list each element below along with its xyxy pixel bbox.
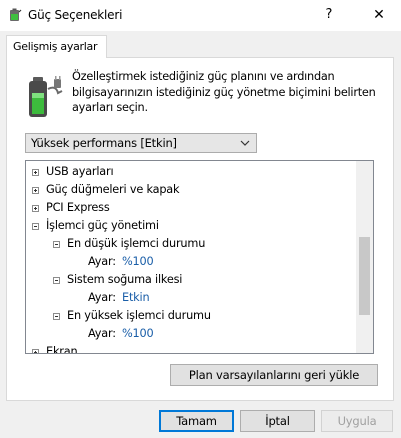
setting-label: Ayar:: [88, 255, 116, 268]
expand-icon[interactable]: [32, 169, 39, 176]
battery-plug-icon: [10, 8, 22, 21]
description-line: bilgisayarınızın istediğiniz güç yönetme…: [72, 85, 376, 99]
apply-button[interactable]: Uygula: [321, 410, 393, 432]
expand-icon[interactable]: [32, 187, 39, 194]
restore-defaults-button[interactable]: Plan varsayılanlarını geri yükle: [170, 364, 378, 386]
tree-item-label: PCI Express: [46, 201, 110, 214]
settings-tree[interactable]: USB ayarları Güç düğmeleri ve kapak PCI …: [25, 160, 374, 354]
expand-icon[interactable]: [32, 349, 39, 353]
collapse-icon[interactable]: [53, 277, 60, 284]
scrollbar-thumb[interactable]: [359, 237, 370, 315]
setting-value[interactable]: Etkin: [122, 291, 150, 304]
tab-label: Gelişmiş ayarlar: [13, 40, 98, 53]
cancel-button[interactable]: İptal: [240, 410, 315, 432]
setting-label: Ayar:: [88, 327, 116, 340]
description-line: ayarları seçin.: [72, 101, 148, 114]
tree-item-label: Ekran: [46, 345, 78, 354]
window-title: Güç Seçenekleri: [28, 8, 123, 22]
chevron-down-icon: [240, 140, 250, 146]
tree-item-label: En düşük işlemci durumu: [67, 237, 206, 250]
tree-item-label: En yüksek işlemci durumu: [67, 309, 211, 322]
battery-icon: [29, 76, 63, 117]
tab-advanced-settings[interactable]: Gelişmiş ayarlar: [6, 35, 107, 58]
setting-label: Ayar:: [88, 291, 116, 304]
ok-button[interactable]: Tamam: [159, 410, 234, 432]
setting-value[interactable]: %100: [122, 327, 154, 340]
tree-item-label: Sistem soğuma ilkesi: [67, 273, 183, 286]
setting-value[interactable]: %100: [122, 255, 154, 268]
power-plan-select[interactable]: Yüksek performans [Etkin]: [25, 133, 257, 153]
description-line: Özelleştirmek istediğiniz güç planını ve…: [72, 70, 335, 83]
title-bar: Güç Seçenekleri ? ✕: [0, 0, 401, 31]
help-button[interactable]: ?: [318, 5, 340, 25]
collapse-icon[interactable]: [32, 223, 39, 230]
expand-icon[interactable]: [32, 205, 39, 212]
collapse-icon[interactable]: [53, 241, 60, 248]
tree-item-label: Güç düğmeleri ve kapak: [46, 183, 180, 196]
collapse-icon[interactable]: [53, 313, 60, 320]
description-text: Özelleştirmek istediğiniz güç planını ve…: [72, 69, 382, 116]
tree-item-label: İşlemci güç yönetimi: [46, 219, 159, 232]
tree-item-label: USB ayarları: [46, 165, 114, 178]
power-plan-value: Yüksek performans [Etkin]: [31, 136, 177, 150]
close-button[interactable]: ✕: [365, 5, 393, 25]
